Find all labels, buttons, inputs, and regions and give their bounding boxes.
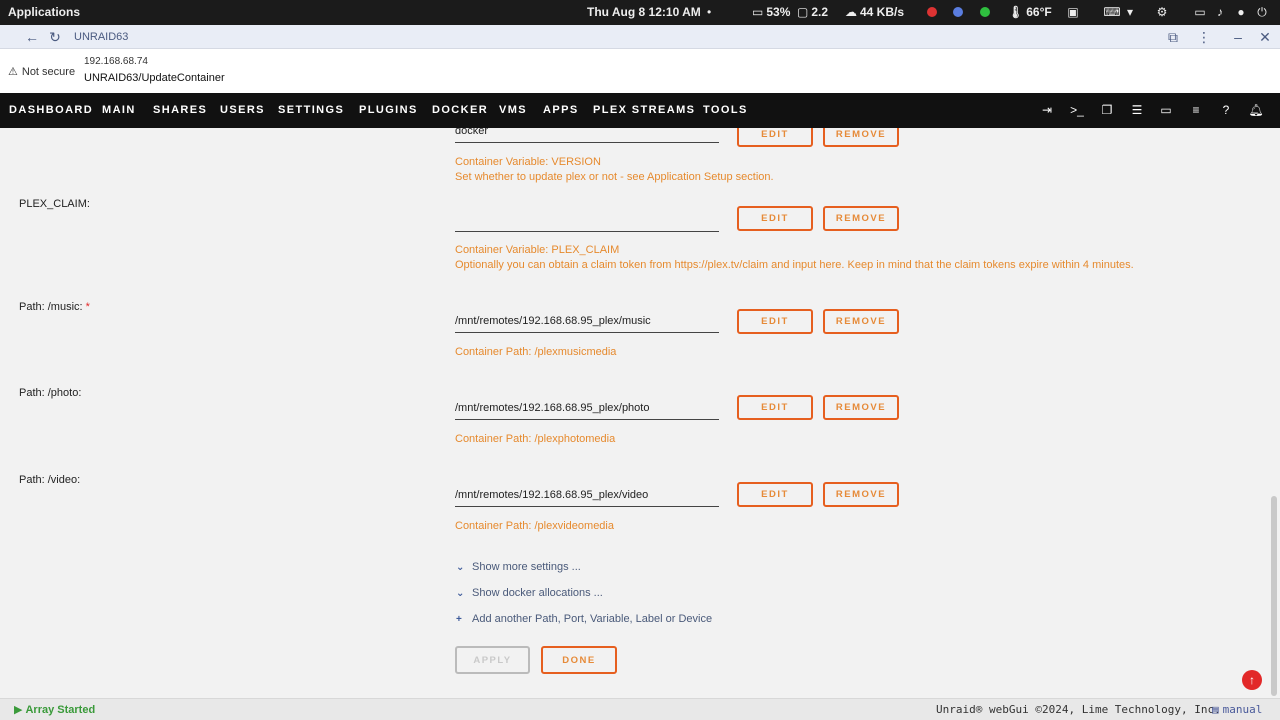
window-icon[interactable]: ▭	[1192, 4, 1208, 20]
battery-indicator[interactable]: ▭ 53%	[752, 5, 790, 19]
tab-title: UNRAID63	[74, 31, 129, 43]
os-top-panel: Applications Thu Aug 8 12:10 AM • ▭ 53% ▢…	[0, 0, 1280, 25]
tray-app-green-icon[interactable]	[977, 4, 993, 20]
minimize-icon[interactable]: –	[1229, 28, 1247, 46]
extensions-icon[interactable]: ⧉	[1164, 28, 1182, 46]
keyboard-icon[interactable]: ⌨	[1103, 4, 1120, 20]
log-icon[interactable]: ≡	[1188, 102, 1204, 118]
path-photo-remove-button[interactable]: REMOVE	[823, 395, 899, 420]
path-video-value-field[interactable]: /mnt/remotes/192.168.68.95_plex/video	[455, 489, 719, 507]
status-footer: ▶ Array Started Unraid® webGui ©2024, Li…	[0, 698, 1280, 720]
path-music-description: Container Path: /plexmusicmedia	[455, 346, 617, 358]
path-video-label: Path: /video:	[19, 474, 81, 486]
nav-plex-streams[interactable]: PLEX STREAMS	[593, 104, 695, 116]
notifications-bell-icon[interactable]: 🔔︎	[1248, 102, 1264, 118]
path-video-description: Container Path: /plexvideomedia	[455, 520, 614, 532]
close-icon[interactable]: ✕	[1256, 28, 1274, 46]
logout-icon[interactable]: ⇥	[1039, 102, 1055, 118]
power-icon[interactable]: ⏻	[1254, 4, 1270, 20]
manual-link[interactable]: ▤ manual	[1212, 703, 1262, 716]
plex-claim-label: PLEX_CLAIM:	[19, 198, 90, 210]
url-path: UNRAID63/UpdateContainer	[84, 72, 225, 84]
path-video-edit-button[interactable]: EDIT	[737, 482, 813, 507]
reload-icon[interactable]: ↻	[46, 28, 64, 46]
gear-icon[interactable]: ⚙	[1154, 4, 1170, 20]
help-icon[interactable]: ?	[1218, 102, 1234, 118]
network-indicator[interactable]: ☁ 44 KB/s	[845, 5, 904, 19]
temperature-indicator[interactable]: 🌡︎ 66°F	[1008, 5, 1052, 19]
add-another-link[interactable]: + Add another Path, Port, Variable, Labe…	[456, 613, 712, 625]
warning-icon: ⚠	[8, 66, 18, 78]
more-menu-icon[interactable]: ⋮	[1195, 28, 1213, 46]
clock[interactable]: Thu Aug 8 12:10 AM	[587, 5, 701, 19]
nav-dashboard[interactable]: DASHBOARD	[9, 104, 93, 116]
back-arrow-icon[interactable]: ←	[23, 28, 41, 46]
path-music-edit-button[interactable]: EDIT	[737, 309, 813, 334]
volume-icon[interactable]: ♪	[1212, 4, 1228, 20]
nav-plugins[interactable]: PLUGINS	[359, 104, 418, 116]
nav-main[interactable]: MAIN	[102, 104, 136, 116]
book-icon: ▤	[1212, 703, 1219, 716]
path-music-value-field[interactable]: /mnt/remotes/192.168.68.95_plex/music	[455, 315, 719, 333]
nav-tools[interactable]: TOOLS	[703, 104, 748, 116]
container-settings-form: docker EDIT REMOVE Container Variable: V…	[0, 128, 1268, 698]
required-marker: *	[85, 301, 90, 313]
path-music-remove-button[interactable]: REMOVE	[823, 309, 899, 334]
cloud-download-icon: ☁	[845, 5, 857, 19]
plex-claim-remove-button[interactable]: REMOVE	[823, 206, 899, 231]
chevron-down-icon: ⌄	[456, 561, 465, 573]
array-status: ▶ Array Started	[14, 703, 96, 717]
path-video-remove-button[interactable]: REMOVE	[823, 482, 899, 507]
monitor-icon[interactable]: ▭	[1158, 102, 1174, 118]
version-edit-button[interactable]: EDIT	[737, 128, 813, 147]
address-bar[interactable]: ⚠ Not secure 192.168.68.74 UNRAID63/Upda…	[0, 49, 1280, 93]
scrollbar-thumb[interactable]	[1271, 496, 1277, 696]
path-photo-label: Path: /photo:	[19, 387, 82, 399]
apply-button[interactable]: APPLY	[455, 646, 530, 674]
nav-settings[interactable]: SETTINGS	[278, 104, 344, 116]
info-icon[interactable]: ☰	[1129, 102, 1145, 118]
scroll-to-top-icon[interactable]: ↑	[1242, 670, 1262, 690]
display-icon[interactable]: ▣	[1065, 4, 1081, 20]
plex-claim-description: Container Variable: PLEX_CLAIM Optionall…	[455, 244, 1134, 271]
nav-vms[interactable]: VMS	[499, 104, 527, 116]
applications-menu[interactable]: Applications	[8, 5, 80, 19]
version-description: Container Variable: VERSION Set whether …	[455, 156, 774, 183]
show-docker-allocations-link[interactable]: ⌄ Show docker allocations ...	[456, 587, 603, 599]
url-host: 192.168.68.74	[84, 56, 148, 67]
chevron-down-icon[interactable]: ▾	[1122, 4, 1138, 20]
done-button[interactable]: DONE	[541, 646, 617, 674]
show-more-settings-link[interactable]: ⌄ Show more settings ...	[456, 561, 581, 573]
path-photo-value-field[interactable]: /mnt/remotes/192.168.68.95_plex/photo	[455, 402, 719, 420]
play-circle-icon: ▶	[14, 704, 23, 716]
terminal-icon[interactable]: >_	[1069, 102, 1085, 118]
nav-docker[interactable]: DOCKER	[432, 104, 488, 116]
copyright-text: Unraid® webGui ©2024, Lime Technology, I…	[936, 703, 1221, 716]
thermometer-icon: 🌡︎	[1008, 5, 1024, 19]
nav-users[interactable]: USERS	[220, 104, 265, 116]
path-photo-edit-button[interactable]: EDIT	[737, 395, 813, 420]
browser-toolbar: ← ↻ UNRAID63 ⧉ ⋮ – ✕	[0, 25, 1280, 49]
plus-icon: +	[456, 613, 462, 625]
path-music-label: Path: /music: *	[19, 301, 90, 313]
nav-shares[interactable]: SHARES	[153, 104, 207, 116]
version-value-field[interactable]: docker	[455, 128, 719, 143]
tray-app-red-icon[interactable]	[924, 4, 940, 20]
path-photo-description: Container Path: /plexphotomedia	[455, 433, 616, 445]
monitor-icon: ▢	[797, 5, 809, 19]
battery-icon: ▭	[752, 5, 764, 19]
tray-app-blue-icon[interactable]	[950, 4, 966, 20]
plex-claim-edit-button[interactable]: EDIT	[737, 206, 813, 231]
page-scrollbar[interactable]	[1268, 128, 1280, 698]
chevron-down-icon: ⌄	[456, 587, 465, 599]
microphone-icon[interactable]: ●	[1233, 4, 1249, 20]
version-remove-button[interactable]: REMOVE	[823, 128, 899, 147]
notification-dot: •	[707, 5, 712, 19]
feedback-icon[interactable]: ❐	[1099, 102, 1115, 118]
nav-apps[interactable]: APPS	[543, 104, 579, 116]
security-indicator[interactable]: ⚠ Not secure	[8, 65, 75, 79]
main-navigation: DASHBOARD MAIN SHARES USERS SETTINGS PLU…	[0, 93, 1280, 128]
load-indicator[interactable]: ▢ 2.2	[797, 5, 828, 19]
plex-claim-value-field[interactable]	[455, 214, 719, 232]
